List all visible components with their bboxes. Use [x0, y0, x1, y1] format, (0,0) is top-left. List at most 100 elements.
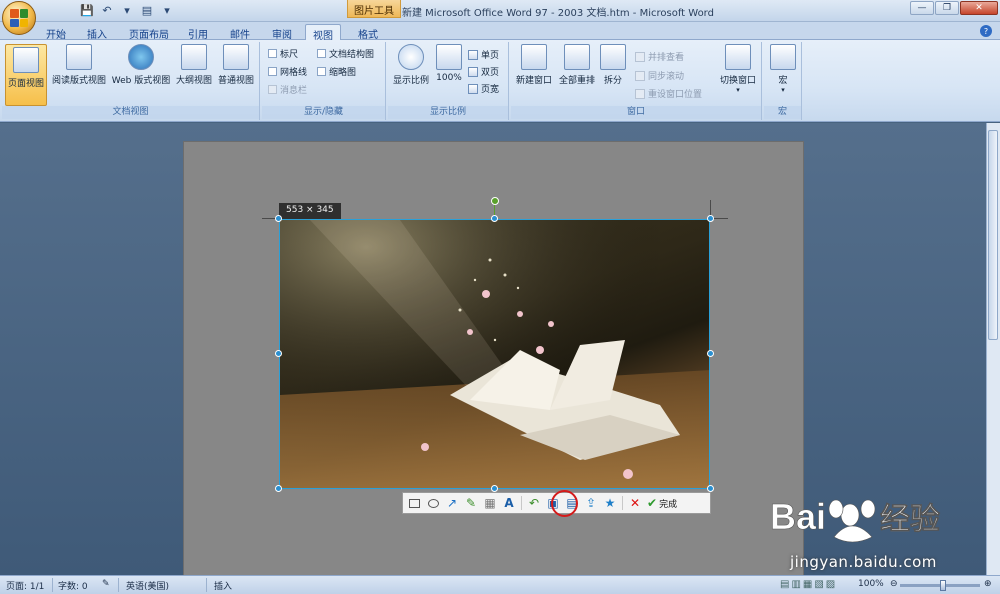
picture-tools-context-label: 图片工具	[347, 0, 401, 18]
close-button[interactable]: ✕	[960, 1, 998, 15]
reset-window-position-button[interactable]: 重设窗口位置	[635, 87, 702, 100]
draft-label: 普通视图	[217, 76, 254, 86]
group-window: 新建窗口 全部重排 拆分 并排查看 同步滚动 重设窗口位置 切换窗口 ▾ 窗口	[511, 42, 762, 120]
zoom-slider-thumb[interactable]	[940, 580, 946, 591]
insert-mode[interactable]: 插入	[214, 579, 232, 592]
resize-handle-top-right[interactable]	[707, 215, 714, 222]
undo-icon[interactable]: ↶	[100, 3, 114, 17]
one-page-button[interactable]: 单页	[468, 48, 499, 61]
rotation-handle[interactable]	[491, 197, 499, 205]
resize-handle-bottom[interactable]	[491, 485, 498, 492]
two-pages-button[interactable]: 双页	[468, 65, 499, 78]
minimize-button[interactable]: —	[910, 1, 934, 15]
toolbar-divider	[622, 496, 623, 510]
globe-icon	[128, 44, 154, 70]
resize-handle-top[interactable]	[491, 215, 498, 222]
print-layout-label: 页面视图	[8, 79, 45, 89]
mosaic-tool-icon[interactable]: ▦	[483, 496, 497, 510]
group-label-show-hide: 显示/隐藏	[262, 106, 385, 119]
page-width-icon	[468, 83, 478, 94]
document-map-label: 文档结构图	[329, 50, 375, 60]
page-count[interactable]: 页面: 1/1	[6, 579, 44, 592]
gridlines-checkbox[interactable]: 网格线	[268, 65, 307, 78]
view-side-by-side-button[interactable]: 并排查看	[635, 50, 684, 63]
message-bar-label: 消息栏	[280, 86, 308, 96]
zoom-in-icon[interactable]: ⊕	[984, 579, 992, 589]
tab-review[interactable]: 审阅	[264, 24, 300, 41]
zoom-100-button[interactable]: 100%	[434, 44, 464, 83]
save-icon[interactable]: 💾	[80, 3, 94, 17]
chevron-down-icon[interactable]: ▾	[120, 3, 134, 17]
new-window-button[interactable]: 新建窗口	[513, 44, 555, 86]
macros-icon	[770, 44, 796, 70]
image-size-label: 553 × 345	[279, 203, 341, 219]
resize-handle-bottom-left[interactable]	[275, 485, 282, 492]
selected-picture[interactable]	[279, 219, 710, 489]
resize-handle-bottom-right[interactable]	[707, 485, 714, 492]
reading-layout-button[interactable]: 阅读版式视图	[50, 44, 108, 86]
view-shortcut-icons[interactable]: ▤▥▦▧▨	[780, 579, 837, 590]
message-bar-checkbox[interactable]: 消息栏	[268, 83, 307, 96]
help-icon[interactable]: ?	[980, 25, 992, 37]
outline-button[interactable]: 大纲视图	[174, 44, 214, 86]
rectangle-tool-icon[interactable]	[407, 496, 421, 510]
resize-handle-right[interactable]	[707, 350, 714, 357]
zoom-level[interactable]: 100%	[858, 579, 884, 589]
customize-qat-icon[interactable]: ▾	[160, 3, 174, 17]
synchronous-scrolling-button[interactable]: 同步滚动	[635, 69, 684, 82]
highlight-circle	[551, 490, 578, 517]
proofing-icon[interactable]: ✎	[102, 579, 110, 589]
restore-button[interactable]: ❐	[935, 1, 959, 15]
tab-page-layout[interactable]: 页面布局	[121, 24, 177, 41]
text-tool-icon[interactable]: A	[502, 496, 516, 510]
resize-handle-top-left[interactable]	[275, 215, 282, 222]
window-controls: — ❐ ✕	[910, 1, 998, 15]
title-bar: 💾 ↶ ▾ ▤ ▾ 图片工具 新建 Microsoft Office Word …	[0, 0, 1000, 22]
pen-tool-icon[interactable]: ✎	[464, 496, 478, 510]
watermark-url: jingyan.baidu.com	[790, 553, 937, 571]
macros-label: 宏	[778, 76, 788, 86]
ellipse-tool-icon[interactable]	[426, 496, 440, 510]
print-layout-button[interactable]: 页面视图	[5, 44, 47, 106]
document-map-checkbox[interactable]: 文档结构图	[317, 47, 374, 60]
tab-references[interactable]: 引用	[180, 24, 216, 41]
language[interactable]: 英语(美国)	[126, 579, 169, 592]
group-label-window: 窗口	[511, 106, 761, 119]
ruler-checkbox[interactable]: 标尺	[268, 47, 298, 60]
office-button[interactable]	[2, 1, 36, 35]
outline-icon	[181, 44, 207, 70]
web-layout-button[interactable]: Web 版式视图	[110, 44, 172, 86]
cancel-icon[interactable]: ✕	[628, 496, 642, 510]
done-button[interactable]: ✔ 完成	[647, 496, 677, 510]
tab-format[interactable]: 格式	[350, 24, 386, 41]
status-divider	[206, 578, 207, 592]
tab-mailings[interactable]: 邮件	[222, 24, 258, 41]
baidu-logo: Bai 经验	[770, 496, 940, 543]
thumbnails-checkbox[interactable]: 缩略图	[317, 65, 356, 78]
page-width-button[interactable]: 页宽	[468, 82, 499, 95]
pin-icon[interactable]: ★	[603, 496, 617, 510]
share-icon[interactable]: ⇪	[584, 496, 598, 510]
sync-scroll-label: 同步滚动	[648, 72, 685, 82]
zoom-button[interactable]: 显示比例	[391, 44, 431, 86]
split-button[interactable]: 拆分	[599, 44, 627, 86]
tab-insert[interactable]: 插入	[79, 24, 115, 41]
word-count[interactable]: 字数: 0	[58, 579, 88, 592]
arrow-tool-icon[interactable]: ↗	[445, 496, 459, 510]
ribbon: 页面视图 阅读版式视图 Web 版式视图 大纲视图 普通视图 文档视图 标尺 网…	[0, 40, 1000, 122]
draft-button[interactable]: 普通视图	[216, 44, 256, 86]
vertical-scrollbar-thumb[interactable]	[988, 130, 998, 340]
doc-icon[interactable]: ▤	[140, 3, 154, 17]
switch-windows-button[interactable]: 切换窗口 ▾	[717, 44, 759, 94]
magnifier-icon	[398, 44, 424, 70]
undo-icon[interactable]: ↶	[527, 496, 541, 510]
zoom-out-icon[interactable]: ⊖	[890, 579, 898, 589]
resize-handle-left[interactable]	[275, 350, 282, 357]
macros-button[interactable]: 宏 ▾	[769, 44, 797, 94]
tab-home[interactable]: 开始	[38, 24, 74, 41]
arrange-all-button[interactable]: 全部重排	[556, 44, 598, 86]
ruler-label: 标尺	[280, 50, 299, 60]
tab-view[interactable]: 视图	[305, 24, 341, 42]
group-label-zoom: 显示比例	[388, 106, 508, 119]
office-logo-icon	[10, 9, 28, 27]
